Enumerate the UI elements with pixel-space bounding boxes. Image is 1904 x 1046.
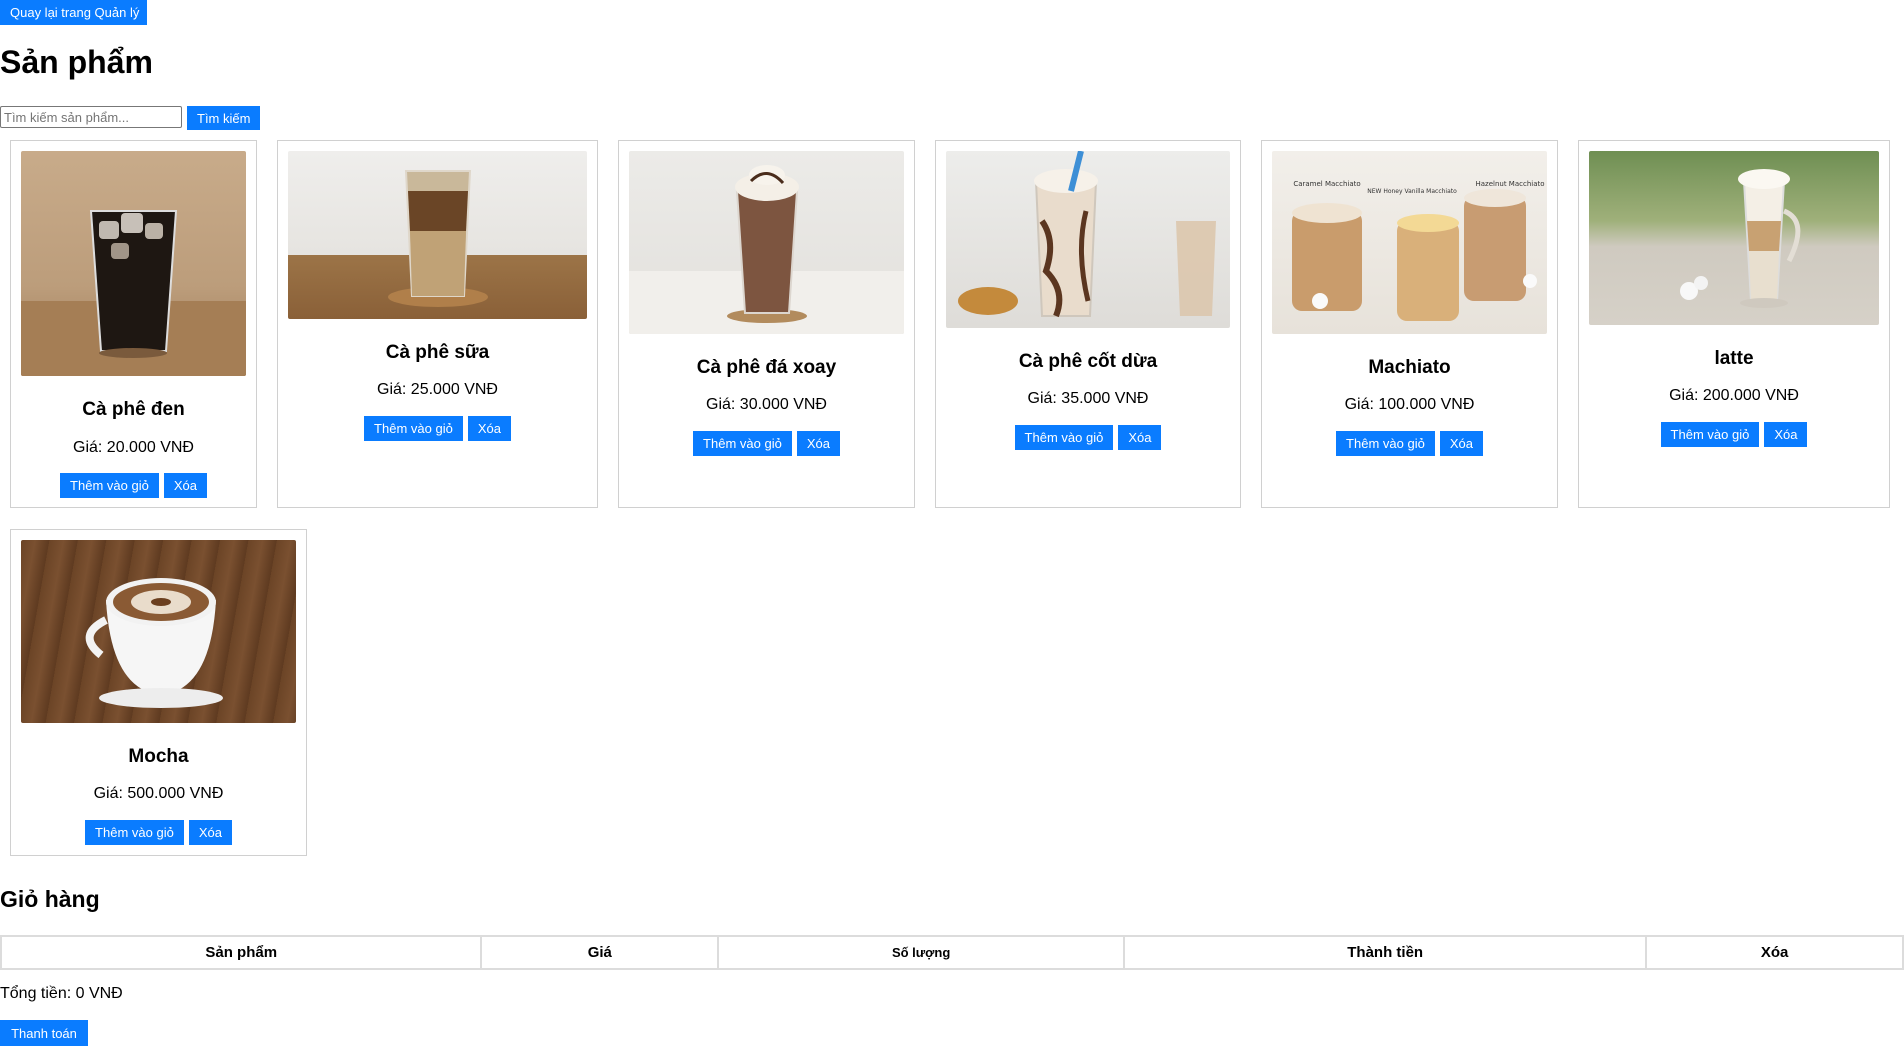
- product-price: Giá: 25.000 VNĐ: [377, 381, 498, 398]
- product-actions: Thêm vào giỏ Xóa: [619, 431, 914, 456]
- product-card: Cà phê đá xoay Giá: 30.000 VNĐ Thêm vào …: [618, 140, 915, 508]
- search-bar: Tìm kiếm: [0, 106, 261, 130]
- product-name: latte: [1714, 348, 1754, 369]
- product-card: Cà phê đen Giá: 20.000 VNĐ Thêm vào giỏ …: [10, 140, 257, 508]
- add-to-cart-button[interactable]: Thêm vào giỏ: [85, 820, 184, 845]
- add-to-cart-button[interactable]: Thêm vào giỏ: [364, 416, 463, 441]
- product-image: [21, 540, 296, 723]
- search-input[interactable]: [0, 106, 182, 128]
- product-price: Giá: 30.000 VNĐ: [706, 396, 827, 413]
- product-actions: Thêm vào giỏ Xóa: [278, 416, 597, 441]
- photo-label-hazelnut: Hazelnut Macchiato: [1475, 180, 1544, 188]
- product-name: Cà phê đá xoay: [696, 357, 837, 378]
- product-image: [288, 151, 587, 319]
- delete-button[interactable]: Xóa: [796, 431, 840, 456]
- product-name: Mocha: [128, 746, 189, 767]
- product-image: [21, 151, 246, 376]
- photo-label-honey: NEW Honey Vanilla Macchiato: [1367, 188, 1457, 195]
- checkout-button[interactable]: Thanh toán: [0, 1020, 88, 1046]
- cart-total: Tổng tiền: 0 VNĐ: [0, 985, 123, 1002]
- cart-header-quantity: Số lượng: [717, 935, 1126, 970]
- product-name: Cà phê đen: [82, 399, 185, 420]
- cart-table: Sản phẩm Giá Số lượng Thành tiền Xóa: [0, 935, 1904, 970]
- add-to-cart-button[interactable]: Thêm vào giỏ: [60, 473, 159, 498]
- delete-button[interactable]: Xóa: [467, 416, 511, 441]
- product-name: Machiato: [1368, 357, 1451, 378]
- cart-header-price: Giá: [480, 935, 720, 970]
- photo-label-caramel: Caramel Macchiato: [1293, 180, 1360, 188]
- product-image: [946, 151, 1230, 328]
- add-to-cart-button[interactable]: Thêm vào giỏ: [693, 431, 792, 456]
- product-image: [1589, 151, 1879, 325]
- product-actions: Thêm vào giỏ Xóa: [936, 425, 1240, 450]
- product-actions: Thêm vào giỏ Xóa: [11, 820, 306, 845]
- delete-button[interactable]: Xóa: [1118, 425, 1162, 450]
- add-to-cart-button[interactable]: Thêm vào giỏ: [1660, 422, 1760, 447]
- product-actions: Thêm vào giỏ Xóa: [11, 473, 256, 498]
- add-to-cart-button[interactable]: Thêm vào giỏ: [1014, 425, 1114, 450]
- page-title: Sản phẩm: [0, 44, 153, 80]
- delete-button[interactable]: Xóa: [1439, 431, 1483, 456]
- product-card: Caramel Macchiato NEW Honey Vanilla Macc…: [1261, 140, 1558, 508]
- product-image: Caramel Macchiato NEW Honey Vanilla Macc…: [1272, 151, 1547, 334]
- add-to-cart-button[interactable]: Thêm vào giỏ: [1336, 431, 1435, 456]
- cart-title: Giỏ hàng: [0, 886, 100, 912]
- product-card: Cà phê sữa Giá: 25.000 VNĐ Thêm vào giỏ …: [277, 140, 598, 508]
- cart-header-delete: Xóa: [1645, 935, 1904, 970]
- cart-header-subtotal: Thành tiền: [1123, 935, 1648, 970]
- product-price: Giá: 100.000 VNĐ: [1344, 396, 1475, 413]
- product-card: Mocha Giá: 500.000 VNĐ Thêm vào giỏ Xóa: [10, 529, 307, 856]
- product-card: latte Giá: 200.000 VNĐ Thêm vào giỏ Xóa: [1578, 140, 1890, 508]
- product-name: Cà phê cốt dừa: [1018, 351, 1158, 372]
- product-actions: Thêm vào giỏ Xóa: [1262, 431, 1557, 456]
- product-card: Cà phê cốt dừa Giá: 35.000 VNĐ Thêm vào …: [935, 140, 1241, 508]
- cart-header-product: Sản phẩm: [0, 935, 483, 970]
- product-name: Cà phê sữa: [385, 342, 490, 363]
- back-to-admin-button[interactable]: Quay lại trang Quản lý: [0, 0, 147, 25]
- search-button[interactable]: Tìm kiếm: [187, 106, 261, 130]
- product-actions: Thêm vào giỏ Xóa: [1579, 422, 1889, 447]
- product-price: Giá: 500.000 VNĐ: [93, 785, 224, 802]
- product-image: [629, 151, 904, 334]
- product-price: Giá: 20.000 VNĐ: [73, 439, 194, 456]
- product-price: Giá: 200.000 VNĐ: [1669, 387, 1799, 404]
- delete-button[interactable]: Xóa: [163, 473, 207, 498]
- delete-button[interactable]: Xóa: [188, 820, 232, 845]
- delete-button[interactable]: Xóa: [1764, 422, 1808, 447]
- product-price: Giá: 35.000 VNĐ: [1027, 390, 1149, 407]
